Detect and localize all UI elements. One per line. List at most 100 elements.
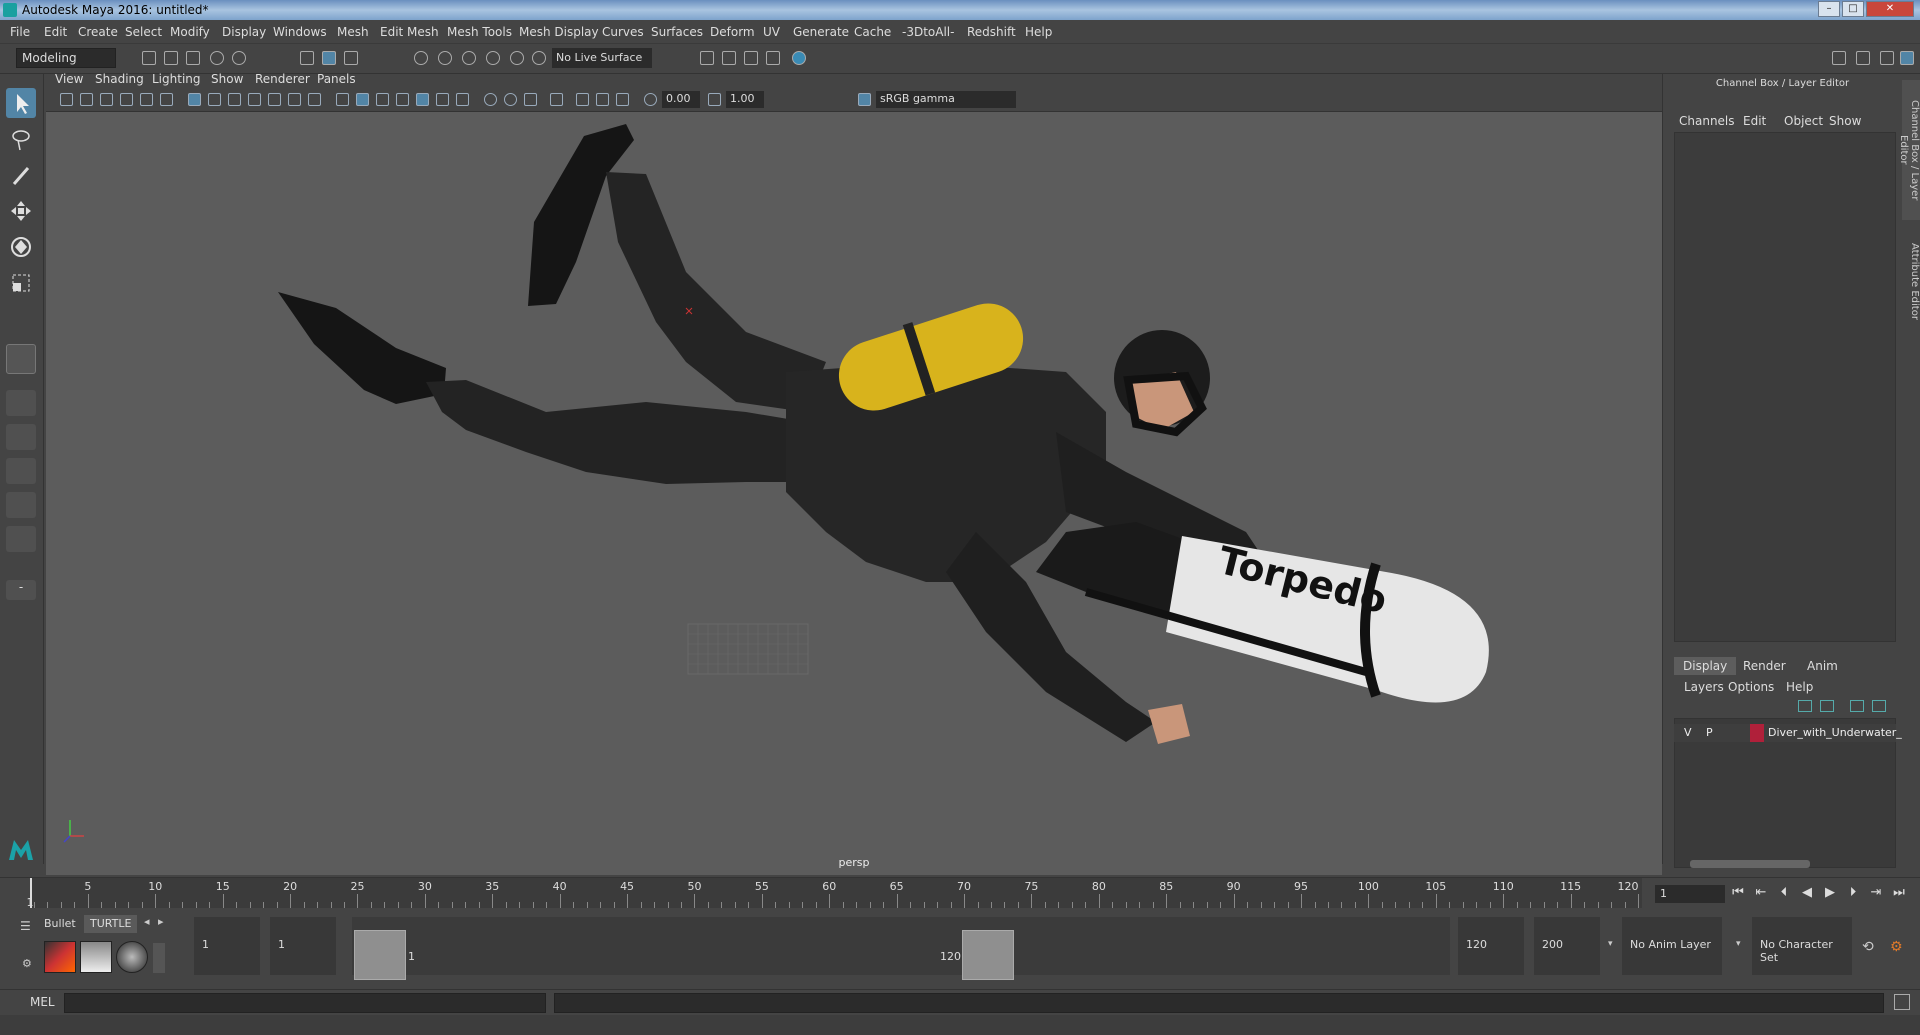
screen-space-ao-icon[interactable] [484,93,497,106]
select-component-icon[interactable] [344,51,358,65]
panel-menu-renderer[interactable]: Renderer [255,72,310,86]
turtle-surface-icon[interactable] [116,941,148,973]
range-end-handle[interactable] [962,930,1014,980]
xray-icon[interactable] [596,93,609,106]
animation-preferences-icon[interactable]: ⚙ [1890,939,1903,955]
move-tool-icon[interactable] [6,196,36,226]
menu-cache[interactable]: Cache [854,25,891,39]
select-object-icon[interactable] [322,51,336,65]
go-to-end-icon[interactable]: ⏭ [1891,885,1907,903]
depth-of-field-icon[interactable] [550,93,563,106]
panel-menu-panels[interactable]: Panels [317,72,356,86]
time-ruler[interactable]: 1 51015202530354045505560657075808590951… [27,878,1642,909]
menu-redshift[interactable]: Redshift [967,25,1016,39]
persp-graph-layout-icon[interactable] [6,458,36,484]
render-settings-icon[interactable] [700,51,714,65]
command-input[interactable] [64,993,546,1013]
xray-joints-icon[interactable] [616,93,629,106]
tool-settings-toggle-icon[interactable] [1880,51,1894,65]
shelf-prev-icon[interactable]: ◂ [144,915,150,928]
move-layer-down-icon[interactable] [1820,700,1834,712]
playback-end-field[interactable]: 120 [1458,917,1524,975]
open-scene-icon[interactable] [164,51,178,65]
playback-start-field[interactable]: 1 [270,917,336,975]
cb-menu-object[interactable]: Object [1784,114,1823,128]
layer-visibility-toggle[interactable]: V [1684,726,1692,739]
shelf-next-icon[interactable]: ▸ [158,915,164,928]
close-button[interactable]: ✕ [1866,1,1914,17]
character-set-dropdown-arrow-icon[interactable]: ▾ [1736,939,1741,949]
2d-pan-zoom-icon[interactable] [140,93,153,106]
grid-icon[interactable] [188,93,201,106]
menu-create[interactable]: Create [78,25,118,39]
menu-surfaces[interactable]: Surfaces [651,25,703,39]
layout-options-button[interactable]: - [6,580,36,600]
layer-playback-toggle[interactable]: P [1706,726,1713,739]
shelf-menu-icon[interactable]: ☰ [20,919,31,933]
menu-uv[interactable]: UV [763,25,780,39]
tab-display[interactable]: Display [1674,657,1737,675]
panel-menu-lighting[interactable]: Lighting [152,72,201,86]
new-scene-icon[interactable] [142,51,156,65]
layer-menu-options[interactable]: Options [1728,680,1774,694]
redo-icon[interactable] [232,51,246,65]
side-tab-attribute-editor[interactable]: Attribute Editor [1902,236,1920,326]
four-view-layout-icon[interactable] [6,390,36,416]
panel-menu-show[interactable]: Show [211,72,243,86]
layer-name[interactable]: Diver_with_Underwater_ [1768,726,1902,739]
menu-display[interactable]: Display [222,25,266,39]
minimize-button[interactable]: – [1818,1,1840,17]
panel-menu-shading[interactable]: Shading [95,72,144,86]
menu-3dtoall[interactable]: -3DtoAll- [902,25,954,39]
range-start-handle[interactable] [354,930,406,980]
exposure-icon[interactable] [644,93,657,106]
gate-mask-icon[interactable] [248,93,261,106]
save-scene-icon[interactable] [186,51,200,65]
shelf-settings-icon[interactable]: ⚙ [22,957,32,970]
menuset-dropdown[interactable]: Modeling [16,48,116,68]
tab-render[interactable]: Render [1734,657,1795,675]
auto-key-icon[interactable]: ⟲ [1862,939,1874,955]
turtle-bake-icon[interactable] [44,941,76,973]
hypershade-icon[interactable] [792,51,806,65]
menu-windows[interactable]: Windows [273,25,327,39]
persp-outliner-layout-icon[interactable] [6,424,36,450]
tab-anim[interactable]: Anim [1798,657,1847,675]
snap-point-icon[interactable] [462,51,476,65]
side-tab-channel-box[interactable]: Channel Box / Layer Editor [1898,80,1920,220]
layer-color-swatch[interactable] [1750,724,1764,742]
new-empty-layer-icon[interactable] [1850,700,1864,712]
hypershade-layout-icon[interactable] [6,492,36,518]
shadows-icon[interactable] [456,93,469,106]
textured-icon[interactable] [416,93,429,106]
antialiasing-icon[interactable] [524,93,537,106]
step-back-frame-icon[interactable]: ⇤ [1753,885,1769,903]
default-material-icon[interactable] [376,93,389,106]
single-perspective-layout-icon[interactable] [6,344,36,374]
color-management-icon[interactable] [858,93,871,106]
command-language-label[interactable]: MEL [30,995,55,1009]
select-tool-icon[interactable] [6,88,36,118]
time-slider[interactable]: 1 5 10 15 20 25 30 35 40 45 50 55 60 65 70 75 80 85 90 95 1… [0,877,1920,909]
layer-menu-help[interactable]: Help [1786,680,1813,694]
menu-deform[interactable]: Deform [710,25,755,39]
menu-generate[interactable]: Generate [793,25,849,39]
animation-start-field[interactable]: 1 [194,917,260,975]
safe-action-icon[interactable] [288,93,301,106]
menu-help[interactable]: Help [1025,25,1052,39]
grease-pencil-icon[interactable] [160,93,173,106]
smooth-shade-icon[interactable] [356,93,369,106]
shelf-tab-turtle[interactable]: TURTLE [84,915,138,933]
snap-view-icon[interactable] [486,51,500,65]
character-set-dropdown[interactable]: No Character Set [1752,917,1852,975]
outliner-toggle-icon[interactable] [1856,51,1870,65]
range-slider[interactable]: 1 120 [352,917,1450,980]
current-frame-field[interactable]: 1 [1655,885,1725,903]
menu-file[interactable]: File [10,25,30,39]
new-layer-selected-icon[interactable] [1872,700,1886,712]
undo-icon[interactable] [210,51,224,65]
snap-grid-icon[interactable] [414,51,428,65]
cb-menu-edit[interactable]: Edit [1743,114,1766,128]
go-to-start-icon[interactable]: ⏮ [1730,885,1746,903]
motion-blur-icon[interactable] [504,93,517,106]
